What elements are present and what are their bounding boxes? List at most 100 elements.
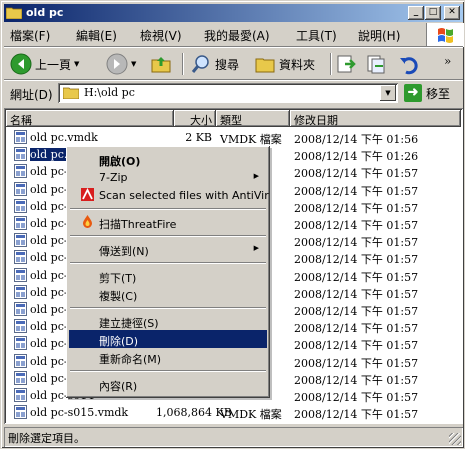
vmware-file-icon (14, 198, 27, 213)
file-modified: 2008/12/14 下午 01:57 (294, 270, 419, 284)
menu-send-to[interactable]: 傳送到(N) ▶ (69, 240, 267, 258)
file-modified: 2008/12/14 下午 01:57 (294, 391, 419, 404)
menu-edit[interactable]: 編輯(E) (76, 27, 117, 44)
menu-antivir-label: Scan selected files with AntiVir (99, 189, 269, 202)
column-name-label: 名稱 (10, 114, 32, 127)
menu-view[interactable]: 檢視(V) (140, 27, 182, 44)
menu-favorites[interactable]: 我的最愛(A) (204, 27, 270, 44)
menu-bar: 檔案(F) 編輯(E) 檢視(V) 我的最愛(A) 工具(T) 說明(H) (4, 23, 426, 45)
up-folder-button[interactable] (150, 51, 172, 77)
go-button[interactable]: ➜ 移至 (404, 83, 450, 103)
file-modified: 2008/12/14 下午 01:57 (294, 236, 419, 250)
folder-icon (63, 87, 79, 99)
status-bar: 刪除選定項目。 (4, 427, 463, 447)
toolbar-separator (330, 53, 332, 75)
address-path: H:\old pc (84, 86, 135, 99)
file-modified: 2008/12/14 下午 01:57 (294, 184, 419, 198)
menu-tools[interactable]: 工具(T) (296, 27, 337, 44)
menu-file[interactable]: 檔案(F) (10, 27, 50, 44)
column-header-modified[interactable]: 修改日期 (290, 110, 461, 127)
menu-threatfire[interactable]: 扫描ThreatFire (69, 213, 267, 231)
file-type: VMDK 檔案 (220, 133, 282, 146)
column-header-size[interactable]: 大小 (174, 110, 216, 127)
vmware-file-icon (14, 181, 27, 196)
vmware-file-icon (14, 284, 27, 299)
file-modified: 2008/12/14 下午 01:57 (294, 167, 419, 181)
undo-button[interactable] (398, 51, 420, 77)
toolbar-overflow-icon[interactable]: » (444, 54, 451, 68)
address-bar: 網址(D) H:\old pc ▼ ➜ 移至 (4, 81, 463, 105)
column-type-label: 類型 (220, 114, 242, 127)
menu-send-to-label: 傳送到(N) (99, 245, 149, 258)
file-modified: 2008/12/14 下午 01:57 (294, 253, 419, 267)
back-dropdown-icon[interactable]: ▼ (74, 60, 79, 68)
menu-separator (70, 370, 266, 372)
menu-cut[interactable]: 剪下(T) (69, 267, 267, 285)
folder-icon (6, 7, 22, 19)
vmware-file-icon (14, 370, 27, 385)
back-arrow-icon (10, 53, 32, 75)
move-to-button[interactable] (336, 51, 358, 77)
file-modified: 2008/12/14 下午 01:57 (294, 339, 419, 353)
column-header-name[interactable]: 名稱 (6, 110, 174, 127)
table-row[interactable]: old pc.vmdk 2 KB VMDK 檔案 2008/12/14 下午 01:5… (6, 129, 461, 146)
context-menu: 開啟(O) 7-Zip ▶ Scan selected files with A… (66, 146, 270, 398)
folders-icon (255, 58, 275, 73)
vmware-file-icon (14, 250, 27, 265)
close-button[interactable]: ✕ (444, 6, 460, 20)
column-size-label: 大小 (190, 114, 212, 127)
maximize-button[interactable]: □ (425, 6, 441, 20)
menu-rename[interactable]: 重新命名(M) (69, 348, 267, 366)
minimize-button[interactable]: _ (408, 6, 424, 20)
menu-antivir[interactable]: Scan selected files with AntiVir (69, 186, 269, 204)
menu-delete[interactable]: 刪除(D) (69, 330, 267, 348)
window-title: old pc (26, 6, 64, 19)
search-button[interactable]: 搜尋 (190, 51, 239, 77)
menu-help[interactable]: 說明(H) (358, 27, 400, 44)
file-type: VMDK 檔案 (220, 408, 282, 422)
file-modified: 2008/12/14 下午 01:57 (294, 287, 419, 301)
toolbar-separator (182, 53, 184, 75)
file-modified: 2008/12/14 下午 01:57 (294, 201, 419, 215)
search-icon (191, 55, 209, 73)
address-input[interactable]: H:\old pc ▼ (58, 83, 398, 103)
back-label: 上一頁 (35, 57, 72, 72)
menu-separator (70, 235, 266, 237)
menu-properties[interactable]: 內容(R) (69, 375, 267, 393)
search-label: 搜尋 (215, 57, 240, 72)
forward-button[interactable]: ▼ (106, 51, 136, 77)
forward-arrow-icon (106, 53, 128, 75)
column-header-type[interactable]: 類型 (216, 110, 290, 127)
folders-label: 資料夾 (279, 57, 316, 72)
submenu-arrow-icon: ▶ (253, 244, 259, 252)
menu-7zip[interactable]: 7-Zip ▶ (69, 168, 267, 186)
vmware-file-icon (14, 302, 27, 316)
folders-button[interactable]: 資料夾 (254, 51, 315, 77)
file-name: old pc-s015.vmdk (30, 406, 129, 420)
file-size: 1,068,864 KB (156, 406, 232, 420)
go-arrow-icon: ➜ (404, 84, 422, 102)
menu-copy[interactable]: 複製(C) (69, 285, 267, 303)
resize-grip-icon[interactable] (449, 433, 461, 445)
menu-open[interactable]: 開啟(O) (69, 150, 267, 168)
menu-threatfire-label: 扫描ThreatFire (99, 218, 177, 231)
file-modified: 2008/12/14 下午 01:26 (294, 150, 419, 164)
address-dropdown-icon[interactable]: ▼ (380, 85, 396, 101)
back-button[interactable]: 上一頁 ▼ (10, 51, 79, 77)
vmware-file-icon (14, 405, 27, 420)
copy-to-button[interactable] (366, 51, 388, 77)
up-folder-icon (151, 57, 171, 73)
forward-dropdown-icon[interactable]: ▼ (131, 60, 136, 68)
vmware-file-icon (14, 319, 27, 334)
menu-separator (70, 262, 266, 264)
menu-separator (70, 307, 266, 309)
vmware-file-icon (14, 353, 27, 368)
vmware-file-icon (14, 388, 27, 402)
go-label: 移至 (426, 86, 451, 101)
table-row[interactable]: old pc-s015.vmdk 1,068,864 KB VMDK 檔案 2008/… (6, 404, 461, 422)
vmware-file-icon (14, 130, 27, 144)
menu-7zip-label: 7-Zip (99, 171, 128, 184)
column-modified-label: 修改日期 (294, 114, 338, 127)
title-bar[interactable]: old pc _ □ ✕ (4, 4, 463, 22)
menu-create-shortcut[interactable]: 建立捷徑(S) (69, 312, 267, 330)
